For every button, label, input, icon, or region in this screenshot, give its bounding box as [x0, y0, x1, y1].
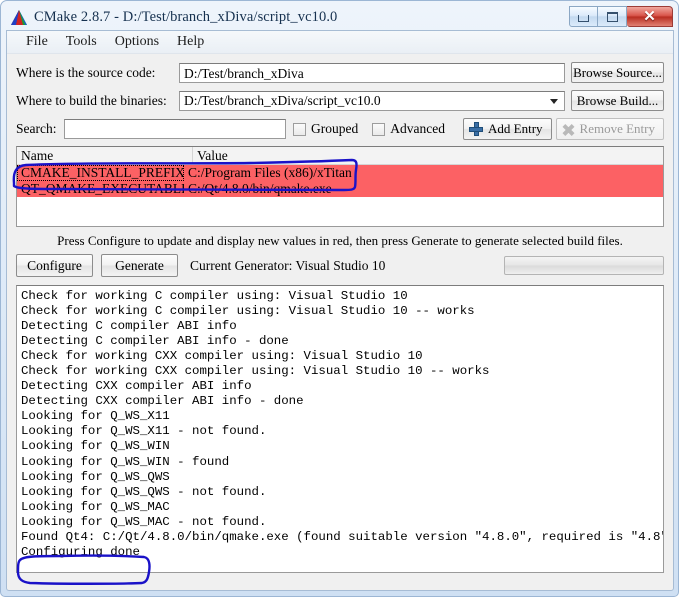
cell-value[interactable]: C:/Qt/4.8.0/bin/qmake.exe — [184, 181, 663, 197]
source-label: Where is the source code: — [16, 64, 156, 80]
cell-name: CMAKE_INSTALL_PREFIX — [17, 165, 184, 181]
add-entry-button[interactable]: Add Entry — [463, 118, 552, 140]
progress-bar — [504, 256, 664, 275]
log-line: Looking for Q_WS_WIN - found — [21, 454, 230, 469]
log-line: Detecting CXX compiler ABI info — [21, 379, 252, 394]
cmake-window: CMake 2.8.7 - D:/Test/branch_xDiva/scrip… — [0, 0, 679, 597]
current-generator-label: Current Generator: Visual Studio 10 — [190, 257, 386, 273]
table-row[interactable]: QT_QMAKE_EXECUTABLE C:/Qt/4.8.0/bin/qmak… — [17, 181, 663, 197]
log-line: Check for working C compiler using: Visu… — [21, 289, 408, 303]
log-line: Detecting C compiler ABI info — [21, 319, 237, 334]
chevron-down-icon — [550, 98, 558, 104]
grouped-label: Grouped — [311, 121, 359, 136]
log-line: Check for working CXX compiler using: Vi… — [21, 364, 490, 379]
add-entry-label: Add Entry — [488, 121, 543, 136]
advanced-label: Advanced — [390, 121, 445, 136]
log-line: Check for working CXX compiler using: Vi… — [21, 349, 423, 364]
remove-entry-button[interactable]: Remove Entry — [555, 118, 664, 140]
menu-item-file[interactable]: File — [17, 33, 57, 51]
path-form: Where is the source code: D:/Test/branch… — [7, 54, 673, 140]
window-title: CMake 2.8.7 - D:/Test/branch_xDiva/scrip… — [34, 9, 338, 25]
action-row: Configure Generate Current Generator: Vi… — [7, 254, 673, 277]
log-line: Found Qt4: C:/Qt/4.8.0/bin/qmake.exe (fo… — [21, 529, 664, 544]
minimize-button[interactable] — [569, 6, 598, 27]
advanced-checkbox[interactable] — [372, 122, 386, 136]
table-header-row: Name Value — [17, 147, 663, 165]
configure-button[interactable]: Configure — [16, 254, 93, 277]
configure-hint: Press Configure to update and display ne… — [57, 233, 623, 248]
cache-table[interactable]: Name Value CMAKE_INSTALL_PREFIX C:/Progr… — [16, 146, 664, 227]
source-row: Where is the source code: D:/Test/branch… — [16, 62, 664, 83]
build-combo[interactable]: D:/Test/branch_xDiva/script_vc10.0 — [179, 90, 565, 111]
client-area: File Tools Options Help Where is the sou… — [6, 30, 674, 591]
cmake-logo-icon — [10, 9, 28, 27]
grouped-checkbox[interactable] — [293, 122, 307, 136]
close-x-icon — [562, 123, 575, 136]
browse-build-button[interactable]: Browse Build... — [571, 90, 664, 111]
close-icon: ✕ — [643, 8, 656, 25]
maximize-button[interactable] — [598, 6, 627, 27]
log-line: Looking for Q_WS_MAC - not found. — [21, 514, 267, 529]
cell-value[interactable]: C:/Program Files (x86)/xTitan — [184, 165, 663, 181]
title-bar: CMake 2.8.7 - D:/Test/branch_xDiva/scrip… — [6, 5, 674, 30]
search-row: Search: Grouped Advanced Add Entry Remov… — [16, 118, 664, 140]
grouped-checkbox-wrap[interactable]: Grouped — [293, 121, 358, 137]
search-input[interactable] — [64, 119, 286, 139]
log-line: Looking for Q_WS_QWS - not found. — [21, 484, 267, 499]
close-button[interactable]: ✕ — [627, 6, 673, 27]
build-row: Where to build the binaries: D:/Test/bra… — [16, 90, 664, 111]
log-line: Looking for Q_WS_X11 — [21, 409, 170, 424]
log-line: Detecting CXX compiler ABI info - done — [21, 394, 304, 409]
cell-name: QT_QMAKE_EXECUTABLE — [21, 181, 184, 196]
maximize-icon — [606, 11, 618, 22]
log-line: Looking for Q_WS_WIN — [21, 439, 170, 454]
caption-buttons: ✕ — [569, 6, 673, 27]
log-line: Looking for Q_WS_MAC — [21, 499, 170, 514]
column-header-value[interactable]: Value — [193, 147, 663, 164]
log-line: Configuring done — [21, 544, 140, 559]
output-console[interactable]: Check for working C compiler using: Visu… — [16, 285, 664, 573]
advanced-checkbox-wrap[interactable]: Advanced — [372, 121, 445, 137]
minimize-icon — [578, 15, 589, 22]
generate-button[interactable]: Generate — [101, 254, 178, 277]
menu-item-tools[interactable]: Tools — [57, 33, 106, 51]
plus-icon — [469, 122, 483, 136]
browse-source-button[interactable]: Browse Source... — [571, 62, 664, 83]
log-line: Looking for Q_WS_X11 - not found. — [21, 424, 267, 439]
remove-entry-label: Remove Entry — [579, 121, 655, 136]
menu-bar: File Tools Options Help — [7, 31, 673, 54]
search-label: Search: — [16, 121, 57, 136]
build-label: Where to build the binaries: — [16, 92, 167, 108]
column-header-name[interactable]: Name — [17, 147, 193, 164]
log-line: Check for working C compiler using: Visu… — [21, 304, 475, 319]
source-input[interactable]: D:/Test/branch_xDiva — [179, 62, 565, 83]
log-line: Detecting C compiler ABI info - done — [21, 334, 289, 349]
log-line: Looking for Q_WS_QWS — [21, 469, 170, 484]
table-row[interactable]: CMAKE_INSTALL_PREFIX C:/Program Files (x… — [17, 165, 663, 181]
build-combo-value: D:/Test/branch_xDiva/script_vc10.0 — [184, 92, 381, 108]
menu-item-options[interactable]: Options — [106, 33, 168, 51]
menu-item-help[interactable]: Help — [168, 33, 213, 51]
